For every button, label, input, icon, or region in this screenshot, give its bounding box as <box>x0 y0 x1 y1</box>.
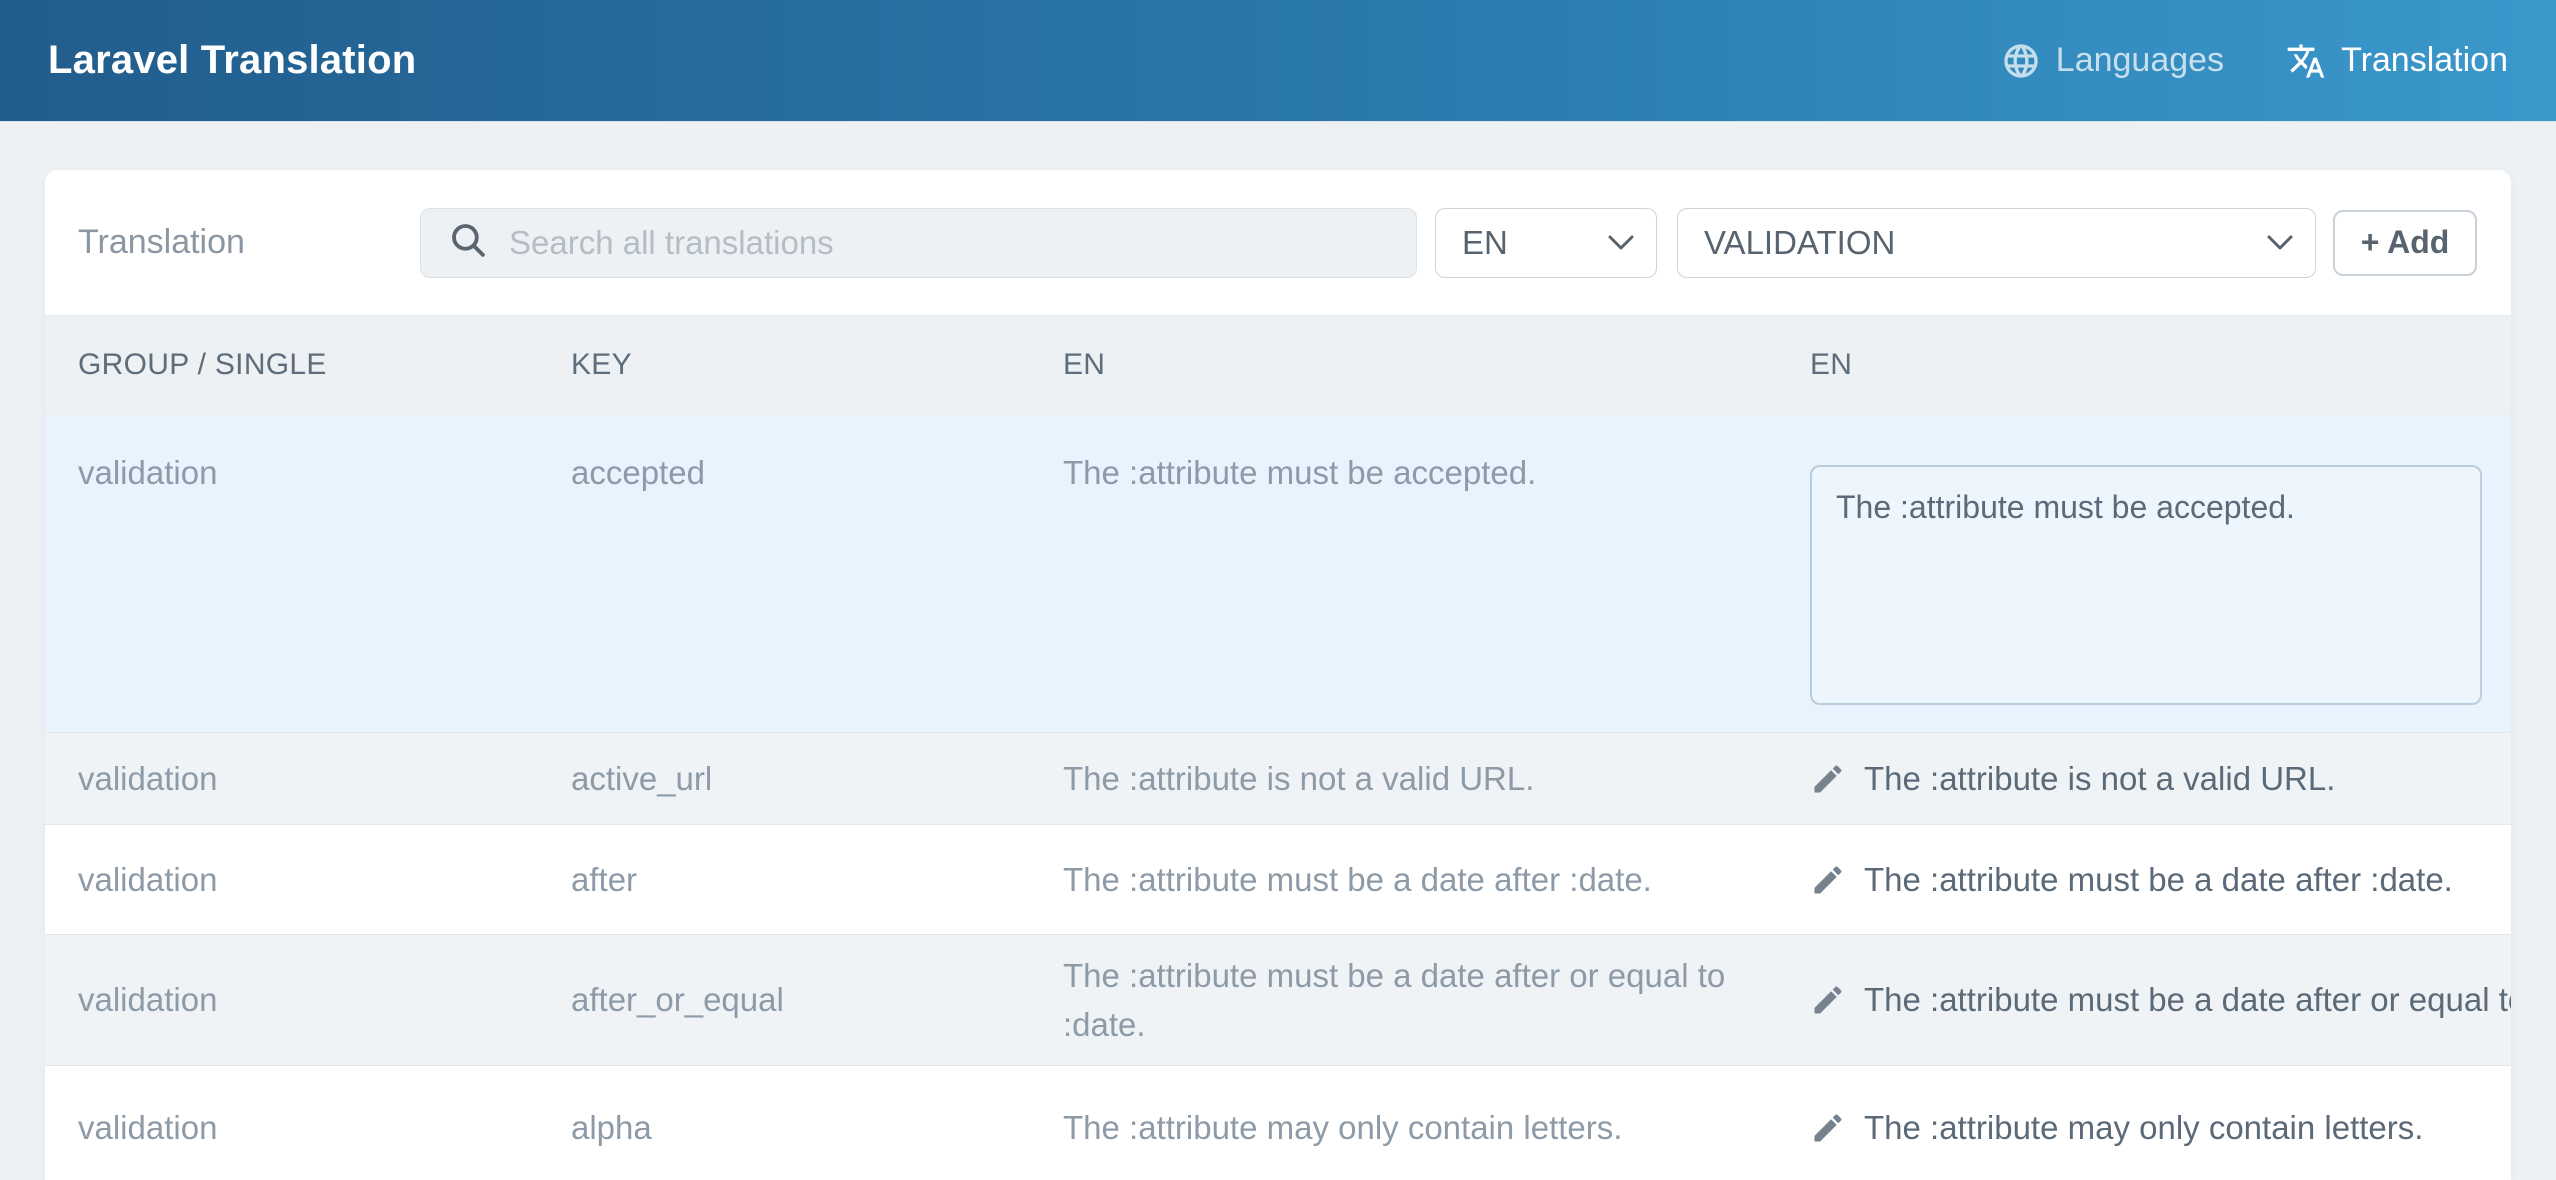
edit-icon[interactable] <box>1810 1110 1846 1146</box>
key-cell: active_url <box>571 754 1063 804</box>
key-cell: after_or_equal <box>571 975 1063 1025</box>
translation-text: The :attribute may only contain letters. <box>1864 1103 2423 1153</box>
translate-icon <box>2286 41 2326 81</box>
group-select[interactable]: VALIDATION <box>1678 209 2315 277</box>
translation-edit-cell: The :attribute must be accepted. <box>1810 448 2511 705</box>
group-cell: validation <box>78 448 571 498</box>
source-text-cell: The :attribute must be a date after :dat… <box>1063 855 1810 905</box>
group-cell: validation <box>78 855 571 905</box>
key-cell: after <box>571 855 1063 905</box>
group-cell: validation <box>78 1103 571 1153</box>
table-header-row: GROUP / SINGLE KEY EN EN <box>45 315 2511 415</box>
table-row[interactable]: validation alpha The :attribute may only… <box>45 1066 2511 1180</box>
edit-icon[interactable] <box>1810 761 1846 797</box>
translation-cell: The :attribute must be a date after or e… <box>1810 975 2511 1025</box>
navbar-links: Languages Translation <box>2001 41 2508 81</box>
add-button[interactable]: + Add <box>2333 210 2477 276</box>
globe-icon <box>2001 41 2041 81</box>
key-cell: alpha <box>571 1103 1063 1153</box>
translation-text: The :attribute must be a date after or e… <box>1864 975 2511 1025</box>
search-input[interactable] <box>509 213 1369 273</box>
table-row[interactable]: validation active_url The :attribute is … <box>45 733 2511 825</box>
table-row[interactable]: validation accepted The :attribute must … <box>45 415 2511 733</box>
table-row[interactable]: validation after_or_equal The :attribute… <box>45 935 2511 1066</box>
source-text-cell: The :attribute may only contain letters. <box>1063 1103 1810 1153</box>
group-cell: validation <box>78 975 571 1025</box>
navbar: Laravel Translation Languages Translatio… <box>0 0 2556 122</box>
source-text-cell: The :attribute must be accepted. <box>1063 448 1810 498</box>
app-title: Laravel Translation <box>48 38 416 83</box>
translation-textarea[interactable]: The :attribute must be accepted. <box>1810 465 2482 705</box>
translation-text: The :attribute must be a date after :dat… <box>1864 855 2453 905</box>
table-row[interactable]: validation after The :attribute must be … <box>45 825 2511 935</box>
column-header-key: KEY <box>571 348 1063 382</box>
group-select-wrap: VALIDATION <box>1677 208 2316 278</box>
search-icon <box>447 219 489 266</box>
source-text-cell: The :attribute must be a date after or e… <box>1063 951 1810 1050</box>
column-header-group: GROUP / SINGLE <box>78 348 571 382</box>
source-text-cell: The :attribute is not a valid URL. <box>1063 754 1810 804</box>
translation-card: Translation EN <box>45 170 2511 1180</box>
key-cell: accepted <box>571 448 1063 498</box>
edit-icon[interactable] <box>1810 862 1846 898</box>
toolbar: Translation EN <box>45 170 2511 315</box>
search-box <box>420 208 1417 278</box>
group-cell: validation <box>78 754 571 804</box>
translation-text: The :attribute is not a valid URL. <box>1864 754 2335 804</box>
translation-cell: The :attribute is not a valid URL. <box>1810 754 2511 804</box>
column-header-source-lang: EN <box>1063 348 1810 382</box>
language-select[interactable]: EN <box>1436 209 1656 277</box>
nav-link-languages[interactable]: Languages <box>2001 41 2224 81</box>
nav-link-translation-label: Translation <box>2341 41 2508 80</box>
language-select-wrap: EN <box>1435 208 1657 278</box>
page-body: Translation EN <box>0 122 2556 1180</box>
translation-cell: The :attribute may only contain letters. <box>1810 1103 2511 1153</box>
nav-link-languages-label: Languages <box>2056 41 2224 80</box>
column-header-target-lang: EN <box>1810 348 2511 382</box>
translation-cell: The :attribute must be a date after :dat… <box>1810 855 2511 905</box>
edit-icon[interactable] <box>1810 982 1846 1018</box>
page-title: Translation <box>78 223 420 262</box>
nav-link-translation[interactable]: Translation <box>2286 41 2508 81</box>
